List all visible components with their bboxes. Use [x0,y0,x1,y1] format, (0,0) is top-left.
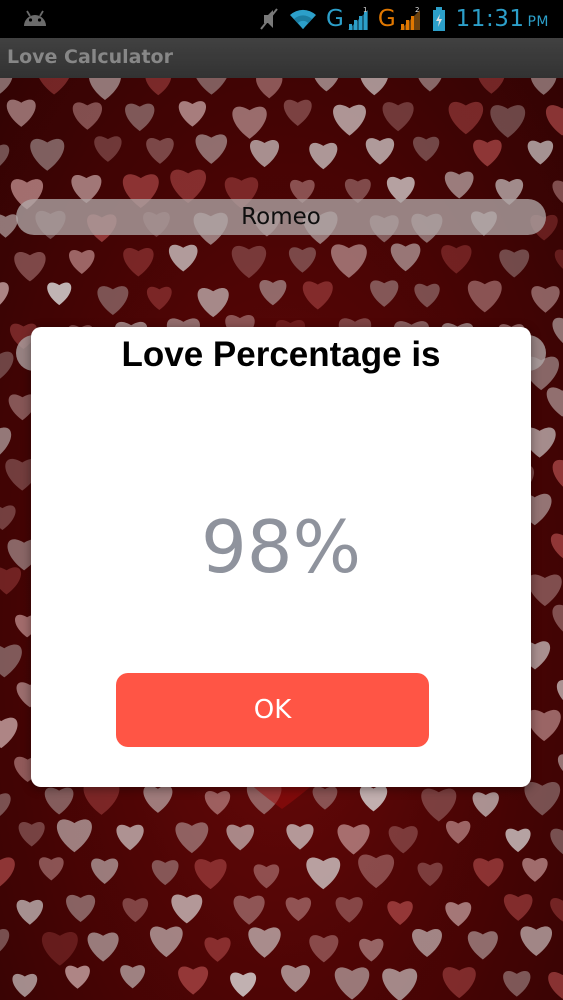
ok-button[interactable]: OK [116,673,429,747]
result-dialog: Love Percentage is 98% OK [31,327,531,787]
love-percentage-value: 98% [200,505,362,589]
screen: G 1 G 2 11:31 PM Love Calculator Romeo L… [0,0,563,1000]
dialog-title: Love Percentage is [121,335,441,374]
